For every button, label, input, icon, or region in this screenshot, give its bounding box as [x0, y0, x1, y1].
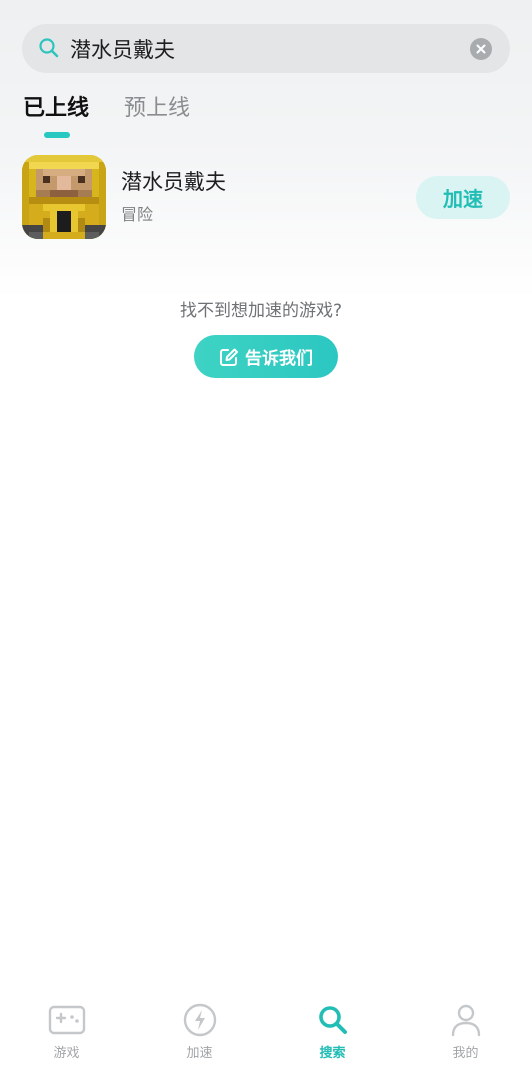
user-icon [447, 1002, 485, 1038]
tab-online[interactable]: 已上线 [23, 94, 89, 124]
game-list-item[interactable]: 潜水员戴夫 冒险 加速 [0, 150, 532, 245]
nav-item-games[interactable]: 游戏 [0, 992, 133, 1072]
search-icon [314, 1002, 352, 1038]
edit-icon [220, 348, 238, 366]
tell-us-label: 告诉我们 [245, 349, 313, 369]
gamepad-icon [48, 1002, 86, 1038]
nav-label-speed: 加速 [186, 1046, 213, 1061]
lightning-icon [181, 1002, 219, 1038]
nav-label-games: 游戏 [53, 1046, 80, 1061]
nav-item-speed[interactable]: 加速 [133, 992, 266, 1072]
game-genre: 冒险 [121, 205, 154, 224]
not-found-text: 找不到想加速的游戏? [179, 301, 343, 321]
tab-upcoming[interactable]: 预上线 [124, 94, 190, 124]
nav-item-search[interactable]: 搜索 [266, 992, 399, 1072]
tab-indicator [44, 132, 70, 138]
search-icon [39, 38, 59, 58]
clear-icon[interactable] [470, 38, 492, 60]
nav-item-mine[interactable]: 我的 [399, 992, 532, 1072]
tell-us-button[interactable]: 告诉我们 [194, 335, 338, 378]
speed-up-button[interactable]: 加速 [416, 176, 510, 219]
nav-label-mine: 我的 [452, 1046, 479, 1061]
nav-label-search: 搜索 [319, 1046, 346, 1061]
bottom-nav: 游戏 加速 搜索 我的 [0, 992, 532, 1080]
search-bar[interactable] [22, 24, 510, 73]
search-input[interactable] [70, 24, 470, 73]
pixel-diver-helmet-icon [22, 155, 106, 239]
game-title: 潜水员戴夫 [121, 170, 226, 194]
